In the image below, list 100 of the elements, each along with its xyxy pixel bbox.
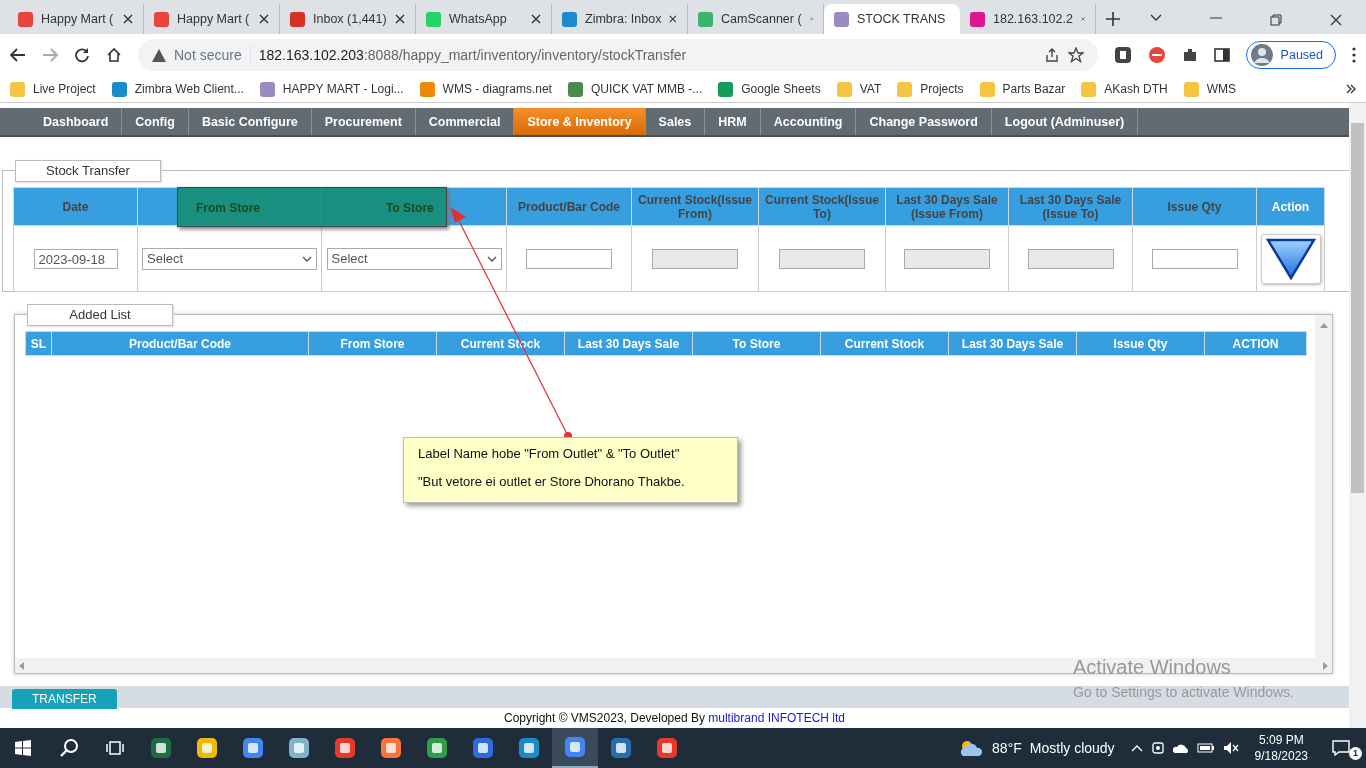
bookmark[interactable]: Live Project <box>10 80 96 98</box>
menu-item[interactable]: Change Password <box>856 108 992 135</box>
cloud-icon[interactable] <box>1172 743 1189 753</box>
section-legend: Added List <box>27 304 173 326</box>
column-header: To Store <box>386 200 434 217</box>
input-field[interactable] <box>1151 249 1238 269</box>
menu-icon[interactable] <box>1352 47 1356 63</box>
menu-item[interactable]: Sales <box>645 108 706 135</box>
menu-item[interactable]: Config <box>122 108 189 135</box>
column-header: Action <box>1256 187 1325 226</box>
menu-item[interactable]: Procurement <box>311 108 416 135</box>
clock-time[interactable]: 5:09 PM <box>1258 732 1304 748</box>
select-field[interactable]: Select <box>142 247 317 270</box>
app-icon[interactable] <box>288 737 310 759</box>
select-field[interactable]: Select <box>326 247 502 270</box>
readonly-field[interactable] <box>652 249 738 269</box>
bookmark[interactable]: WMS <box>1183 80 1236 98</box>
chevron-down-icon[interactable] <box>1150 14 1162 22</box>
bookmark[interactable]: Zimbra Web Client... <box>111 80 244 98</box>
scrollbar[interactable] <box>1349 103 1366 728</box>
task-view-icon[interactable] <box>106 740 124 756</box>
close-icon[interactable] <box>123 14 133 24</box>
triangle-down-icon <box>1265 237 1316 280</box>
url-text[interactable]: 182.163.102.203:8088/happy_mart/inventory/inventory/stockTransfer <box>249 44 687 66</box>
app-icon[interactable] <box>334 737 356 759</box>
search-icon[interactable] <box>59 738 79 758</box>
input-field[interactable] <box>526 249 612 269</box>
bookmark[interactable]: Google Sheets <box>718 80 821 98</box>
chevron-down-icon <box>302 255 312 262</box>
scrollbar[interactable] <box>15 658 1332 673</box>
footer-link[interactable]: multibrand INFOTECH ltd <box>708 711 845 725</box>
speaker-muted-icon[interactable] <box>1222 741 1239 755</box>
add-button[interactable] <box>1260 233 1321 284</box>
note-text: "But vetore ei outlet er Store Dhorano Thakbe. <box>418 472 686 491</box>
back-icon[interactable] <box>10 48 26 62</box>
temperature-text: 88°F <box>992 738 1022 758</box>
browser-tab[interactable]: STOCK TRANS <box>824 4 960 34</box>
new-tab-icon[interactable] <box>1106 12 1120 26</box>
bookmark[interactable]: WMS - diagrams.net <box>419 80 552 98</box>
bookmark[interactable]: HAPPY MART - Logi... <box>259 80 404 98</box>
column-header: Current Stock(Issue To) <box>758 187 886 226</box>
scroll-right-icon <box>1323 661 1328 670</box>
security-label[interactable]: Not secure <box>174 44 242 66</box>
close-icon[interactable] <box>531 14 541 24</box>
app-icon[interactable] <box>242 737 264 759</box>
menu-item[interactable]: Dashboard <box>30 108 123 135</box>
share-icon[interactable] <box>1043 47 1060 63</box>
menu-item[interactable]: HRM <box>705 108 761 135</box>
menu-item[interactable]: Logout (Adminuser) <box>991 108 1139 135</box>
menu-item[interactable]: Basic Configure <box>188 108 312 135</box>
close-icon[interactable] <box>1330 14 1342 26</box>
column-header: To Store <box>692 331 821 356</box>
readonly-field[interactable] <box>779 249 865 269</box>
column-header: Current Stock <box>820 331 949 356</box>
chevron-up-icon[interactable] <box>1130 744 1143 752</box>
restore-icon[interactable] <box>1270 14 1282 26</box>
app-icon[interactable] <box>610 737 632 759</box>
bookmark[interactable]: Projects <box>897 80 964 98</box>
app-icon[interactable] <box>472 737 494 759</box>
side-panel-icon[interactable] <box>1213 47 1230 63</box>
clock-date[interactable]: 9/18/2023 <box>1254 748 1308 764</box>
readonly-field[interactable] <box>904 249 990 269</box>
app-icon[interactable] <box>196 737 218 759</box>
close-icon[interactable] <box>259 14 269 24</box>
notification-icon[interactable] <box>1332 740 1350 756</box>
close-icon[interactable] <box>669 14 677 24</box>
column-header: ACTION <box>1204 331 1307 356</box>
bookmark[interactable]: QUICK VAT MMB -... <box>567 80 703 98</box>
home-icon[interactable] <box>106 47 122 63</box>
bookmark[interactable]: AKash DTH <box>1081 80 1168 98</box>
app-icon[interactable] <box>564 736 586 758</box>
windows-icon[interactable] <box>15 740 31 756</box>
menu-item[interactable]: Accounting <box>760 108 857 135</box>
scroll-left-icon <box>19 661 24 670</box>
star-icon[interactable] <box>1067 47 1084 63</box>
column-header: Last 30 Days Sale <box>948 331 1077 356</box>
chevron-down-icon <box>486 255 497 262</box>
activation-title: Activate Windows <box>1073 655 1232 680</box>
weather-text: Mostly cloudy <box>1029 738 1115 758</box>
bookmark[interactable]: VAT <box>836 80 882 98</box>
more-bookmarks-icon[interactable] <box>1346 84 1356 94</box>
battery-icon[interactable] <box>1196 743 1215 753</box>
minimize-icon[interactable] <box>1210 14 1222 22</box>
column-header: Product/Bar Code <box>51 331 309 356</box>
date-field[interactable]: 2023-09-18 <box>33 249 118 269</box>
reload-icon[interactable] <box>74 47 90 63</box>
activation-subtitle: Go to Settings to activate Windows. <box>1073 683 1294 702</box>
app-icon[interactable] <box>380 737 402 759</box>
close-icon[interactable] <box>395 14 405 24</box>
app-icon[interactable] <box>518 737 540 759</box>
bookmark[interactable]: Parts Bazar <box>979 80 1066 98</box>
column-header: From Store <box>196 200 260 217</box>
app-icon[interactable] <box>426 737 448 759</box>
footer-text: Copyright © VMS2023, Developed By multibrand INFOTECH ltd <box>503 710 846 727</box>
app-icon[interactable] <box>150 737 172 759</box>
address-bar[interactable]: Not secure 182.163.102.203:8088/happy_mart/inventory/inventory/stockTransfer <box>138 39 1098 71</box>
readonly-field[interactable] <box>1027 249 1114 269</box>
scrollbar[interactable] <box>1315 315 1332 658</box>
app-icon[interactable] <box>656 737 678 759</box>
cloud-icon <box>958 739 985 757</box>
